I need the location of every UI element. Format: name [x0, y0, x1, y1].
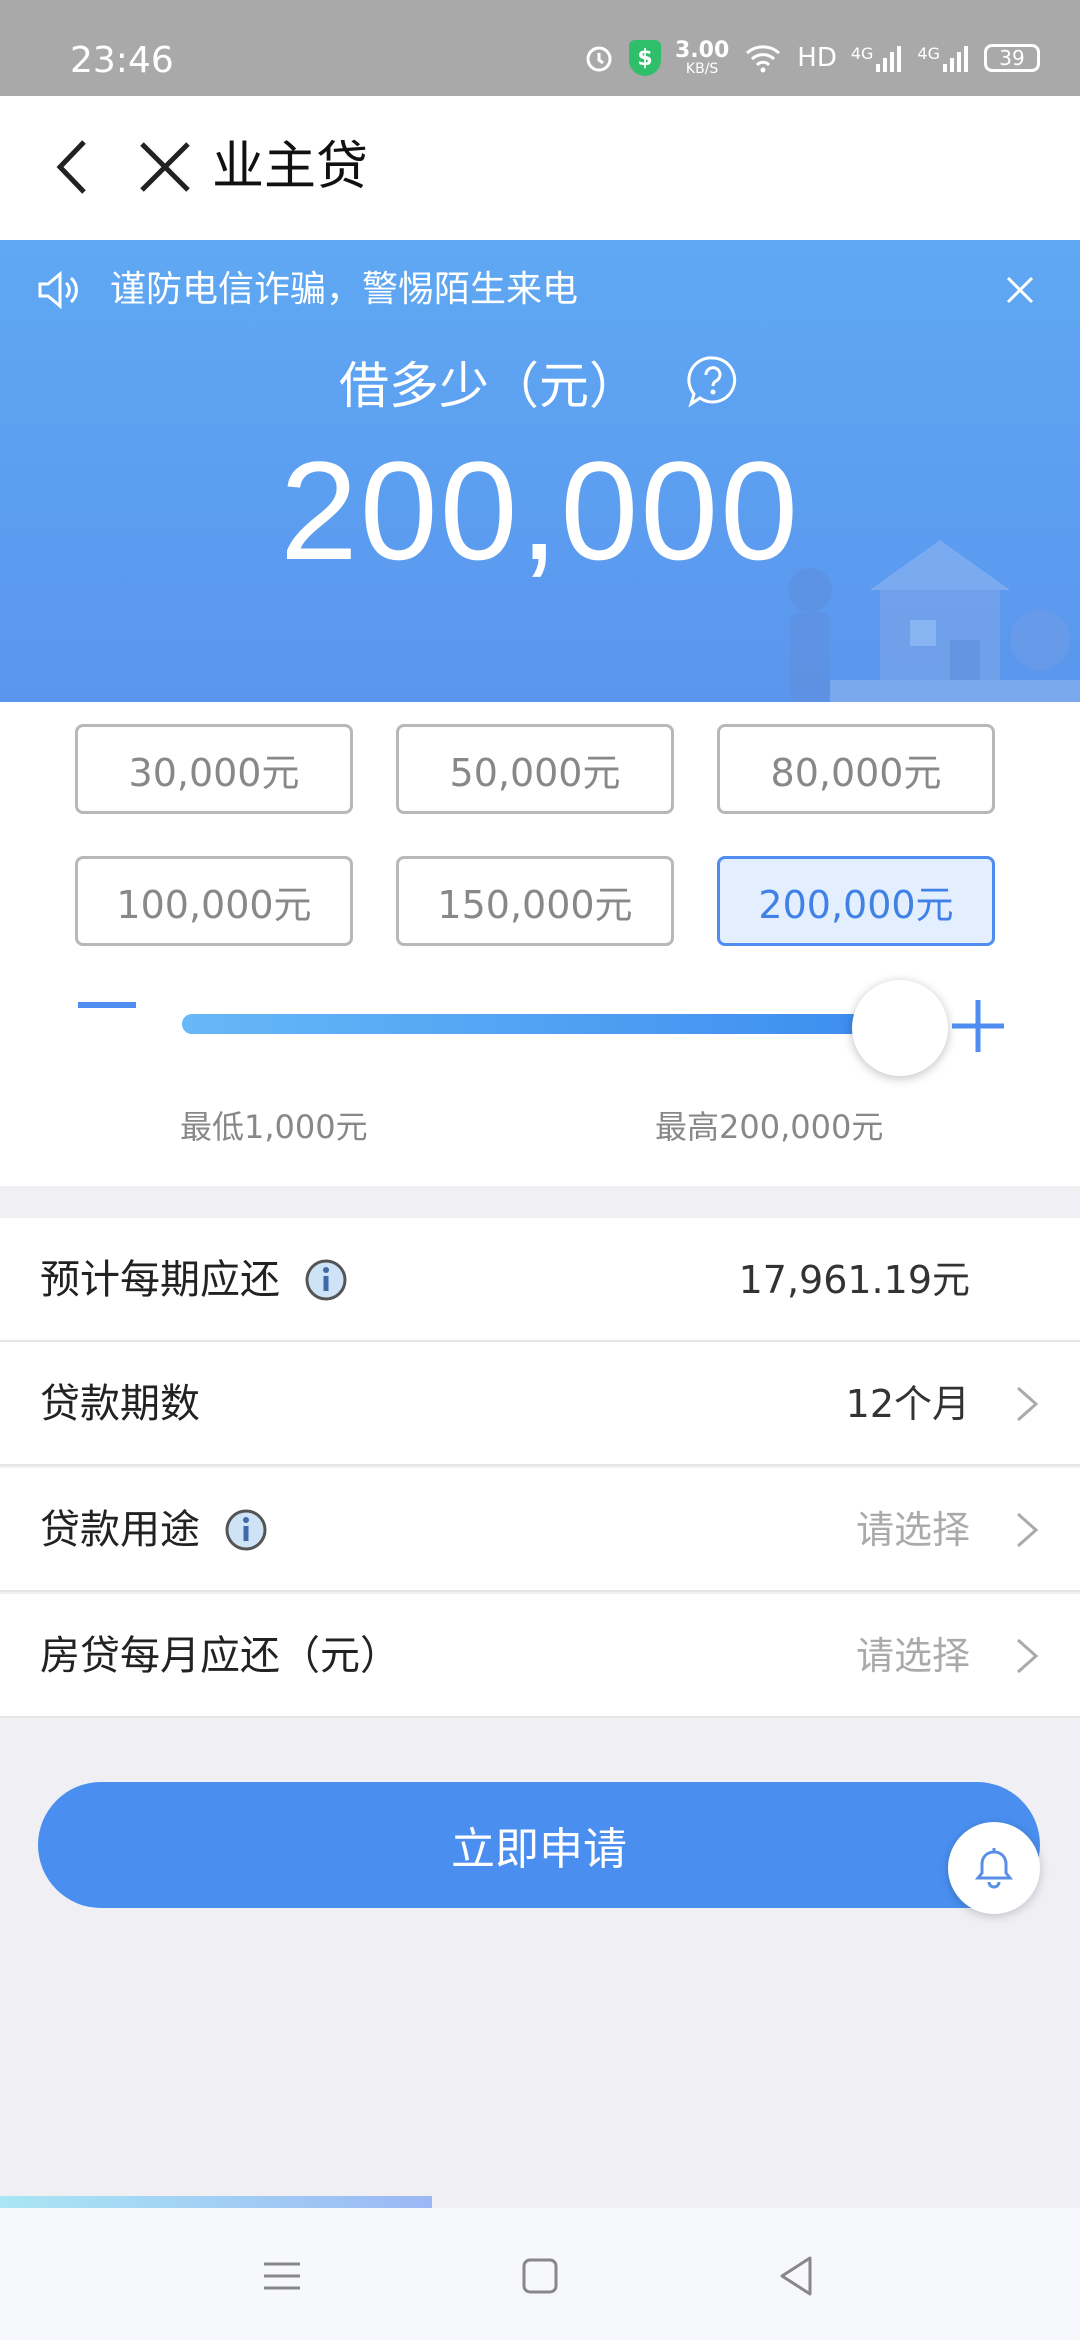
apply-button[interactable]: 立即申请 — [38, 1782, 1040, 1908]
monthly-payment-label-wrap: 预计每期应还 — [40, 1218, 348, 1342]
amount-option-200000[interactable]: 200,000元 — [717, 856, 995, 946]
amount-options-panel: 30,000元 50,000元 80,000元 100,000元 150,000… — [0, 702, 1080, 1186]
amount-option-30000[interactable]: 30,000元 — [75, 724, 353, 814]
nav-bar: 业主贷 — [0, 96, 1080, 240]
battery-indicator: 39 — [984, 44, 1040, 72]
page-progress-bar — [0, 2196, 432, 2208]
network-speed-unit: KB/S — [685, 61, 719, 77]
notification-button[interactable] — [948, 1822, 1040, 1914]
network-speed: 3.00 KB/S — [674, 38, 730, 77]
mortgage-payment-row[interactable]: 房贷每月应还（元） 请选择 — [0, 1594, 1080, 1718]
alarm-icon — [586, 46, 612, 72]
help-icon[interactable] — [685, 354, 741, 410]
back-icon[interactable] — [40, 132, 110, 202]
chevron-right-icon — [1017, 1386, 1039, 1422]
signal-2-label: 4G — [917, 44, 940, 63]
signal-bars-icon — [876, 46, 902, 72]
mortgage-payment-value: 请选择 — [855, 1634, 970, 1678]
bell-icon — [974, 1848, 1014, 1889]
mortgage-payment-label: 房贷每月应还（元） — [40, 1633, 400, 1679]
status-time: 23:46 — [70, 40, 174, 81]
loan-purpose-value: 请选择 — [855, 1508, 970, 1552]
house-illustration — [788, 540, 1080, 702]
slider-plus-button[interactable] — [950, 998, 1006, 1054]
amount-label-row: 借多少（元） — [0, 346, 1080, 418]
loan-purpose-row[interactable]: 贷款用途 请选择 — [0, 1468, 1080, 1592]
slider-minus-button[interactable] — [78, 1002, 136, 1008]
info-icon[interactable] — [304, 1258, 348, 1302]
status-icons: $ 3.00 KB/S HD 4G 4G 39 — [583, 40, 1040, 76]
chevron-right-icon — [1017, 1512, 1039, 1548]
chevron-right-icon — [1017, 1638, 1039, 1674]
hd-label: HD — [797, 43, 837, 73]
loan-purpose-label-wrap: 贷款用途 — [40, 1468, 268, 1592]
info-icon[interactable] — [224, 1508, 268, 1552]
amount-option-150000[interactable]: 150,000元 — [396, 856, 674, 946]
loan-term-value: 12个月 — [845, 1382, 970, 1426]
slider-max-label: 最高200,000元 — [655, 1108, 884, 1146]
shield-icon: $ — [628, 40, 661, 76]
signal-1-label: 4G — [850, 44, 874, 63]
amount-option-100000[interactable]: 100,000元 — [75, 856, 353, 946]
amount-label: 借多少（元） — [339, 357, 640, 415]
amount-slider-fill — [182, 1014, 862, 1034]
status-bar: 23:46 $ 3.00 KB/S HD 4G 4G 39 — [0, 0, 1080, 96]
wifi-icon — [746, 45, 781, 73]
monthly-payment-value: 17,961.19元 — [738, 1258, 970, 1302]
back-triangle-icon[interactable] — [776, 2254, 816, 2298]
loan-purpose-label: 贷款用途 — [40, 1507, 200, 1553]
speaker-icon — [38, 270, 78, 310]
system-nav-bar — [0, 2208, 1080, 2340]
menu-icon[interactable] — [262, 2260, 302, 2292]
page-title: 业主贷 — [212, 137, 369, 197]
monthly-payment-label: 预计每期应还 — [40, 1257, 280, 1303]
close-icon[interactable] — [130, 132, 200, 202]
slider-min-label: 最低1,000元 — [180, 1108, 368, 1146]
loan-amount-hero: 谨防电信诈骗，警惕陌生来电 借多少（元） 200,000 — [0, 240, 1080, 702]
amount-option-80000[interactable]: 80,000元 — [717, 724, 995, 814]
home-icon[interactable] — [520, 2256, 560, 2296]
monthly-payment-row: 预计每期应还 17,961.19元 — [0, 1218, 1080, 1342]
loan-term-row[interactable]: 贷款期数 12个月 — [0, 1342, 1080, 1466]
fraud-notice: 谨防电信诈骗，警惕陌生来电 — [110, 269, 579, 310]
signal-1: 4G — [851, 44, 904, 72]
amount-slider-handle[interactable] — [852, 980, 948, 1076]
signal-bars-icon — [943, 46, 968, 72]
close-icon[interactable] — [1000, 270, 1040, 310]
network-speed-value: 3.00 — [674, 38, 730, 63]
loan-term-label: 贷款期数 — [40, 1381, 200, 1427]
amount-option-50000[interactable]: 50,000元 — [396, 724, 674, 814]
signal-2: 4G — [917, 44, 970, 72]
